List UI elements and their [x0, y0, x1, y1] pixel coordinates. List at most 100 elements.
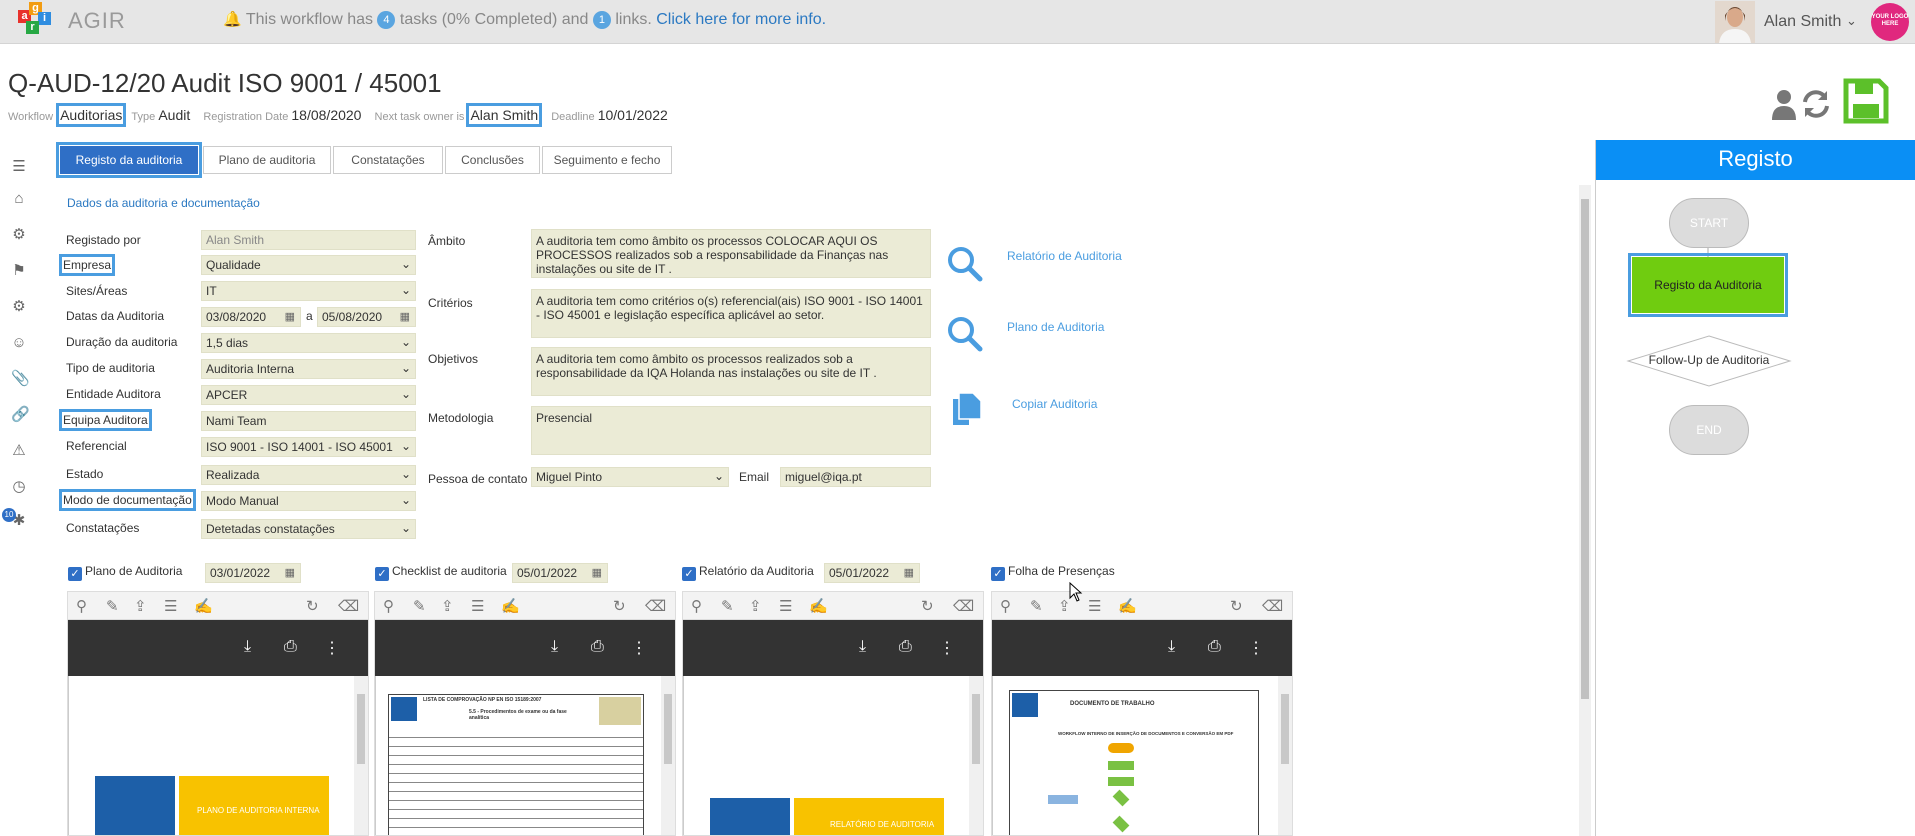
- download-icon[interactable]: ⤓: [1168, 638, 1175, 656]
- tags-icon[interactable]: ⚑: [11, 263, 27, 279]
- layers-icon[interactable]: ☰: [471, 597, 484, 615]
- save-icon[interactable]: [1843, 78, 1889, 129]
- entidade-select[interactable]: APCER ⌄: [201, 385, 416, 405]
- duracao-select[interactable]: 1,5 dias ⌄: [201, 333, 416, 353]
- user-icon[interactable]: [1771, 88, 1797, 125]
- checkbox-checked-icon[interactable]: ✓: [991, 567, 1005, 581]
- more-icon[interactable]: ⋮: [631, 638, 647, 658]
- workflow-step-followup[interactable]: Follow-Up de Auditoria: [1626, 353, 1792, 367]
- copiar-link[interactable]: Copiar Auditoria: [1012, 397, 1097, 411]
- workflow-step-registo[interactable]: Registo da Auditoria: [1628, 253, 1788, 317]
- document-preview[interactable]: RELATÓRIO DE AUDITORIA: [683, 676, 983, 835]
- agir-logo[interactable]: a g i r: [18, 2, 54, 36]
- refresh-icon[interactable]: ↻: [613, 597, 626, 615]
- attachment-date-input[interactable]: 03/01/2022 ▦: [205, 563, 301, 583]
- workflow-end-node[interactable]: END: [1669, 405, 1749, 455]
- refresh-icon[interactable]: ↻: [921, 597, 934, 615]
- trash-icon[interactable]: ⌫: [645, 597, 666, 615]
- tipo-select[interactable]: Auditoria Interna ⌄: [201, 359, 416, 379]
- checkbox-checked-icon[interactable]: ✓: [682, 567, 696, 581]
- scrollbar-thumb[interactable]: [1581, 199, 1589, 699]
- owner-value[interactable]: Alan Smith: [466, 103, 543, 127]
- upload-icon[interactable]: ⇪: [134, 597, 147, 615]
- calendar-icon[interactable]: ▦: [285, 566, 295, 579]
- date-to-input[interactable]: 05/08/2020 ▦: [317, 307, 416, 327]
- more-info-link[interactable]: Click here for more info.: [656, 11, 826, 28]
- viewer-scrollbar[interactable]: [1278, 676, 1292, 835]
- relatorio-link[interactable]: Relatório de Auditoria: [1007, 249, 1122, 263]
- calendar-icon[interactable]: ▦: [592, 566, 602, 579]
- trash-icon[interactable]: ⌫: [953, 597, 974, 615]
- warning-icon[interactable]: ⚠: [11, 443, 27, 459]
- link-icon[interactable]: 🔗: [11, 407, 30, 423]
- more-icon[interactable]: ⋮: [324, 638, 340, 658]
- ambito-textarea[interactable]: A auditoria tem como âmbito os processos…: [531, 229, 931, 278]
- tab-conclusoes[interactable]: Conclusões: [445, 146, 540, 174]
- attachment-check-plano[interactable]: ✓ Plano de Auditoria: [68, 564, 182, 581]
- pencil-icon[interactable]: ✎: [1030, 597, 1043, 615]
- print-icon[interactable]: ⎙: [284, 638, 297, 656]
- search-icon[interactable]: ⚲: [76, 597, 87, 615]
- criterios-textarea[interactable]: A auditoria tem como critérios o(s) refe…: [531, 289, 931, 338]
- attachment-check-checklist[interactable]: ✓ Checklist de auditoria: [375, 564, 507, 581]
- more-icon[interactable]: ⋮: [1248, 638, 1264, 658]
- attachment-date-input[interactable]: 05/01/2022 ▦: [824, 563, 920, 583]
- layers-icon[interactable]: ☰: [779, 597, 792, 615]
- search-icon[interactable]: ⚲: [383, 597, 394, 615]
- more-icon[interactable]: ⋮: [939, 638, 955, 658]
- print-icon[interactable]: ⎙: [1208, 638, 1221, 656]
- edit-icon[interactable]: ✍: [501, 597, 520, 615]
- calendar-icon[interactable]: ▦: [904, 566, 914, 579]
- paperclip-icon[interactable]: 📎: [11, 371, 30, 387]
- print-icon[interactable]: ⎙: [591, 638, 604, 656]
- pencil-icon[interactable]: ✎: [413, 597, 426, 615]
- referencial-select[interactable]: ISO 9001 - ISO 14001 - ISO 45001 ⌄: [201, 437, 416, 457]
- metodologia-textarea[interactable]: Presencial: [531, 406, 931, 455]
- layers-icon[interactable]: ☰: [164, 597, 177, 615]
- document-preview[interactable]: PLANO DE AUDITORIA INTERNA: [68, 676, 368, 835]
- attachment-date-input[interactable]: 05/01/2022 ▦: [512, 563, 608, 583]
- pencil-icon[interactable]: ✎: [106, 597, 119, 615]
- avatar[interactable]: [1715, 1, 1755, 43]
- date-from-input[interactable]: 03/08/2020 ▦: [201, 307, 301, 327]
- search-icon[interactable]: [947, 316, 983, 352]
- user-name[interactable]: Alan Smith: [1764, 13, 1841, 31]
- workflow-value[interactable]: Auditorias: [56, 103, 127, 127]
- attachment-check-relatorio[interactable]: ✓ Relatório da Auditoria: [682, 564, 814, 581]
- search-icon[interactable]: [947, 246, 983, 282]
- calendar-icon[interactable]: ▦: [285, 310, 295, 323]
- plano-link[interactable]: Plano de Auditoria: [1007, 320, 1104, 334]
- clock-icon[interactable]: ◷: [11, 479, 27, 495]
- print-icon[interactable]: ⎙: [899, 638, 912, 656]
- section-title[interactable]: Dados da auditoria e documentação: [67, 196, 260, 210]
- tab-constatacoes[interactable]: Constatações: [333, 146, 443, 174]
- email-field[interactable]: miguel@iqa.pt: [780, 467, 931, 487]
- refresh-icon[interactable]: ↻: [306, 597, 319, 615]
- viewer-scrollbar[interactable]: [969, 676, 983, 835]
- checkbox-checked-icon[interactable]: ✓: [375, 567, 389, 581]
- document-preview[interactable]: LISTA DE COMPROVAÇÃO NP EN ISO 15189:200…: [375, 676, 675, 835]
- menu-icon[interactable]: ☰: [11, 159, 27, 175]
- viewer-scrollbar[interactable]: [354, 676, 368, 835]
- download-icon[interactable]: ⤓: [859, 638, 866, 656]
- objetivos-textarea[interactable]: A auditoria tem como âmbito os processos…: [531, 347, 931, 396]
- chevron-down-icon[interactable]: ⌄: [1846, 13, 1857, 29]
- home-icon[interactable]: ⌂: [11, 191, 27, 207]
- document-preview[interactable]: DOCUMENTO DE TRABALHO WORKFLOW INTERNO D…: [992, 676, 1292, 835]
- tab-plano[interactable]: Plano de auditoria: [203, 146, 331, 174]
- edit-icon[interactable]: ✍: [1118, 597, 1137, 615]
- pencil-icon[interactable]: ✎: [721, 597, 734, 615]
- viewer-scrollbar[interactable]: [661, 676, 675, 835]
- modo-select[interactable]: Modo Manual ⌄: [201, 491, 416, 511]
- contacto-select[interactable]: Miguel Pinto ⌄: [531, 467, 729, 487]
- trash-icon[interactable]: ⌫: [1262, 597, 1283, 615]
- tab-registo[interactable]: Registo da auditoria: [56, 142, 202, 178]
- gear-icon[interactable]: ⚙: [11, 299, 27, 315]
- refresh-icon[interactable]: ↻: [1230, 597, 1243, 615]
- sites-select[interactable]: IT ⌄: [201, 281, 416, 301]
- checkbox-checked-icon[interactable]: ✓: [68, 567, 82, 581]
- refresh-icon[interactable]: [1800, 88, 1832, 125]
- calendar-icon[interactable]: ▦: [400, 310, 410, 323]
- estado-select[interactable]: Realizada ⌄: [201, 465, 416, 485]
- download-icon[interactable]: ⤓: [244, 638, 251, 656]
